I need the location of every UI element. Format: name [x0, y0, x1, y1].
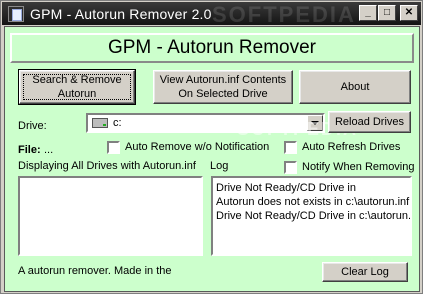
drives-listbox[interactable]: [18, 176, 203, 256]
auto-refresh-label[interactable]: Auto Refresh Drives: [302, 141, 400, 153]
auto-remove-checkbox[interactable]: [107, 141, 120, 154]
app-window: GPM - Autorun Remover 2.0 SOFTPEDIA _ □ …: [0, 0, 423, 294]
log-entry[interactable]: Autorun does not exists in c:\autorun.in…: [213, 195, 410, 209]
button-label-line1: Search & Remove: [32, 74, 122, 86]
footer-text: A autorun remover. Made in the: [18, 265, 172, 277]
main-panel: GPM - Autorun Remover Search & Remove Au…: [4, 26, 420, 292]
reload-drives-label: Reload Drives: [334, 116, 405, 128]
hard-drive-icon: [92, 118, 108, 128]
button-label-line2: On Selected Drive: [178, 88, 268, 100]
button-label-line2: Autorun: [57, 88, 97, 100]
log-entry[interactable]: Drive Not Ready/CD Drive in: [213, 181, 410, 195]
about-button[interactable]: About: [299, 70, 411, 104]
watermark: SOFTPEDIA: [212, 2, 356, 27]
title-bar[interactable]: GPM - Autorun Remover 2.0 SOFTPEDIA _ □ …: [2, 2, 421, 27]
reload-drives-button[interactable]: Reload Drives: [328, 111, 411, 133]
clear-log-label: Clear Log: [341, 266, 389, 278]
log-listbox[interactable]: Drive Not Ready/CD Drive in Autorun does…: [211, 176, 412, 256]
notify-checkbox[interactable]: [284, 161, 297, 174]
drive-select-value: c:: [113, 117, 122, 129]
log-entry[interactable]: Drive Not Ready/CD Drive in c:\autorun.i: [213, 209, 410, 223]
auto-remove-label[interactable]: Auto Remove w/o Notification: [125, 141, 269, 153]
about-button-label: About: [340, 81, 370, 93]
drive-label: Drive:: [18, 120, 47, 132]
button-label-line1: View Autorun.inf Contents: [159, 74, 287, 86]
clear-log-button[interactable]: Clear Log: [322, 262, 408, 282]
maximize-button[interactable]: □: [378, 5, 396, 21]
minimize-button[interactable]: _: [359, 5, 377, 21]
notify-label[interactable]: Notify When Removing: [302, 161, 415, 173]
app-heading: GPM - Autorun Remover: [10, 33, 414, 63]
drives-list-label: Displaying All Drives with Autorun.inf: [18, 160, 196, 172]
search-remove-autorun-button[interactable]: Search & Remove Autorun: [18, 69, 136, 105]
view-autorun-contents-button[interactable]: View Autorun.inf Contents On Selected Dr…: [153, 70, 293, 104]
log-label: Log: [210, 160, 229, 172]
auto-refresh-checkbox[interactable]: [284, 141, 297, 154]
close-button[interactable]: ✕: [400, 5, 418, 21]
app-icon[interactable]: [8, 6, 24, 22]
file-value: ...: [44, 144, 54, 156]
file-label: File:: [18, 144, 41, 156]
window-title: GPM - Autorun Remover 2.0: [30, 6, 212, 22]
